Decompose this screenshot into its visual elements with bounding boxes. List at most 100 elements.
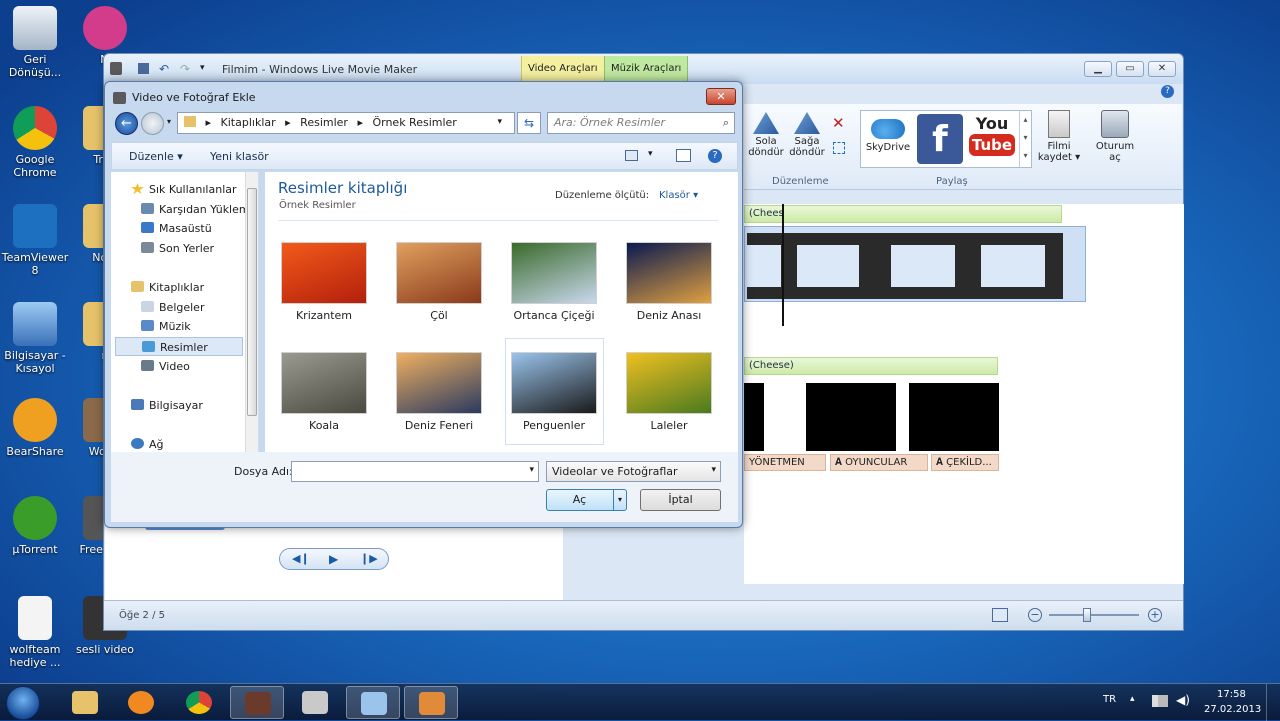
music-bar-2[interactable]: (Cheese) <box>744 357 998 375</box>
thumbnail-item[interactable]: Krizantem <box>281 242 367 322</box>
share-gallery-scroll[interactable]: ▴ ▾ ▾ <box>1019 111 1031 167</box>
thumbnail-item[interactable]: Deniz Feneri <box>396 352 482 432</box>
history-dropdown-icon[interactable]: ▾ <box>167 117 171 126</box>
video-clip-strip[interactable] <box>744 226 1086 302</box>
thumbnail-item[interactable]: Laleler <box>626 352 712 432</box>
remove-icon[interactable]: ✕ <box>832 114 845 132</box>
skydrive-button[interactable]: SkyDrive <box>865 119 911 153</box>
youtube-button[interactable]: You Tube <box>969 114 1015 164</box>
close-button[interactable]: ✕ <box>1148 61 1176 77</box>
address-bar[interactable]: ▸ Kitaplıklar ▸ Resimler ▸ Örnek Resimle… <box>177 112 515 134</box>
filename-dropdown-icon[interactable]: ▾ <box>529 465 534 475</box>
forward-button[interactable] <box>141 112 164 135</box>
caption-director[interactable]: YÖNETMEN <box>744 454 826 471</box>
search-icon[interactable]: ⌕ <box>723 116 729 130</box>
zoom-thumb[interactable] <box>1083 608 1091 622</box>
redo-icon[interactable]: ↷ <box>180 62 190 76</box>
thumbnail-item[interactable]: Ortanca Çiçeği <box>511 242 597 322</box>
preview-pane-icon[interactable] <box>676 149 691 162</box>
address-dropdown-icon[interactable]: ▾ <box>497 117 502 127</box>
volume-icon[interactable]: ◀) <box>1176 693 1190 707</box>
refresh-button[interactable]: ⇆ <box>517 112 541 134</box>
next-frame-button[interactable]: ❙▶ <box>360 552 378 565</box>
zoom-in-icon[interactable]: + <box>1148 608 1162 622</box>
tab-music-tools[interactable]: Müzik Araçları <box>604 56 689 82</box>
language-indicator[interactable]: TR <box>1103 694 1116 705</box>
save-movie-button[interactable]: Filmi kaydet ▾ <box>1036 110 1082 163</box>
breadcrumb-pictures[interactable]: Resimler <box>300 116 348 129</box>
search-input[interactable]: Ara: Örnek Resimler ⌕ <box>547 112 735 134</box>
arrange-dropdown[interactable]: Klasör ▾ <box>659 190 698 201</box>
show-hidden-icons[interactable]: ▴ <box>1130 694 1135 704</box>
save-quick-icon[interactable] <box>138 63 149 74</box>
desktop-icon-teamviewer[interactable]: TeamViewer 8 <box>0 204 70 277</box>
taskbar-explorer[interactable] <box>58 686 112 719</box>
nav-scroll-thumb[interactable] <box>247 188 257 416</box>
desktop-icon-wolfteam[interactable]: wolfteam hediye ... <box>0 596 70 669</box>
caption-cast[interactable]: 𝐀 OYUNCULAR <box>830 454 928 471</box>
clock-date[interactable]: 27.02.2013 <box>1204 704 1261 715</box>
tab-video-tools[interactable]: Video Araçları <box>521 56 605 82</box>
minimize-button[interactable]: ▁ <box>1084 61 1112 77</box>
playhead[interactable] <box>782 204 784 326</box>
undo-icon[interactable]: ↶ <box>159 62 169 76</box>
nav-libraries[interactable]: Kitaplıklar <box>131 278 263 297</box>
clock-time[interactable]: 17:58 <box>1217 689 1246 700</box>
view-dropdown-icon[interactable]: ▾ <box>648 149 653 159</box>
nav-computer[interactable]: Bilgisayar <box>131 396 263 415</box>
taskbar-app-w[interactable] <box>230 686 284 719</box>
play-button[interactable]: ▶ <box>329 552 338 566</box>
taskbar-media-player[interactable] <box>114 686 168 719</box>
taskbar-chrome[interactable] <box>172 686 226 719</box>
dialog-help-icon[interactable]: ? <box>708 149 722 163</box>
back-button[interactable]: ← <box>115 112 138 135</box>
taskbar-camera[interactable] <box>288 686 342 719</box>
credits-clip-2[interactable] <box>909 383 999 451</box>
credits-clip-1[interactable] <box>806 383 896 451</box>
cancel-button[interactable]: İptal <box>640 489 721 511</box>
view-options-icon[interactable] <box>625 150 638 161</box>
filename-input[interactable]: ▾ <box>291 461 539 482</box>
help-icon[interactable]: ? <box>1161 85 1174 98</box>
open-split-arrow[interactable]: ▾ <box>613 490 626 510</box>
taskbar-movie-maker[interactable] <box>404 686 458 719</box>
maximize-button[interactable]: ▭ <box>1116 61 1144 77</box>
zoom-out-icon[interactable]: − <box>1028 608 1042 622</box>
dialog-close-button[interactable]: ✕ <box>706 88 736 105</box>
taskbar-paint[interactable] <box>346 686 400 719</box>
new-folder-button[interactable]: Yeni klasör <box>210 150 269 163</box>
rotate-right-button[interactable]: Sağa döndür <box>788 112 826 158</box>
sign-in-button[interactable]: Oturum aç <box>1092 110 1138 163</box>
title-clip[interactable] <box>744 383 764 451</box>
app-menu-icon[interactable] <box>110 62 122 75</box>
rotate-left-button[interactable]: Sola döndür <box>748 112 784 158</box>
thumbnail-item[interactable]: Koala <box>281 352 367 432</box>
desktop-icon-chrome[interactable]: Google Chrome <box>0 106 70 179</box>
thumbnail-item[interactable]: Deniz Anası <box>626 242 712 322</box>
desktop-icon-computer[interactable]: Bilgisayar - Kısayol <box>0 302 70 375</box>
file-type-select[interactable]: Videolar ve Fotoğraflar ▾ <box>546 461 721 482</box>
desktop-icon-utorrent[interactable]: µTorrent <box>0 496 70 556</box>
caption-filmed[interactable]: 𝐀 ÇEKİLD... <box>931 454 999 471</box>
action-center-icon[interactable] <box>1158 695 1168 707</box>
start-button[interactable] <box>6 686 40 720</box>
select-all-icon[interactable] <box>833 142 845 154</box>
quick-access-dropdown-icon[interactable]: ▾ <box>200 63 205 73</box>
storyboard-view-icon[interactable] <box>992 608 1008 622</box>
music-bar-1[interactable]: (Chees <box>744 205 1062 223</box>
breadcrumb-sample-pictures[interactable]: Örnek Resimler <box>372 116 456 129</box>
nav-pictures[interactable]: Resimler <box>115 337 243 356</box>
nav-scrollbar[interactable] <box>245 172 258 452</box>
open-button[interactable]: Aç ▾ <box>546 489 627 511</box>
breadcrumb-libraries[interactable]: Kitaplıklar <box>221 116 276 129</box>
zoom-slider[interactable] <box>1049 614 1139 616</box>
nav-favorites[interactable]: Sık Kullanılanlar <box>131 180 263 199</box>
file-type-dropdown-icon[interactable]: ▾ <box>711 465 716 475</box>
facebook-button[interactable]: f <box>917 114 963 164</box>
show-desktop-button[interactable] <box>1266 684 1280 721</box>
desktop-icon-recycle-bin[interactable]: Geri Dönüşü... <box>0 6 70 79</box>
thumbnail-item[interactable]: Çöl <box>396 242 482 322</box>
organize-button[interactable]: Düzenle ▾ <box>129 150 183 163</box>
desktop-icon-bearshare[interactable]: BearShare <box>0 398 70 458</box>
previous-frame-button[interactable]: ◀❙ <box>292 552 310 565</box>
